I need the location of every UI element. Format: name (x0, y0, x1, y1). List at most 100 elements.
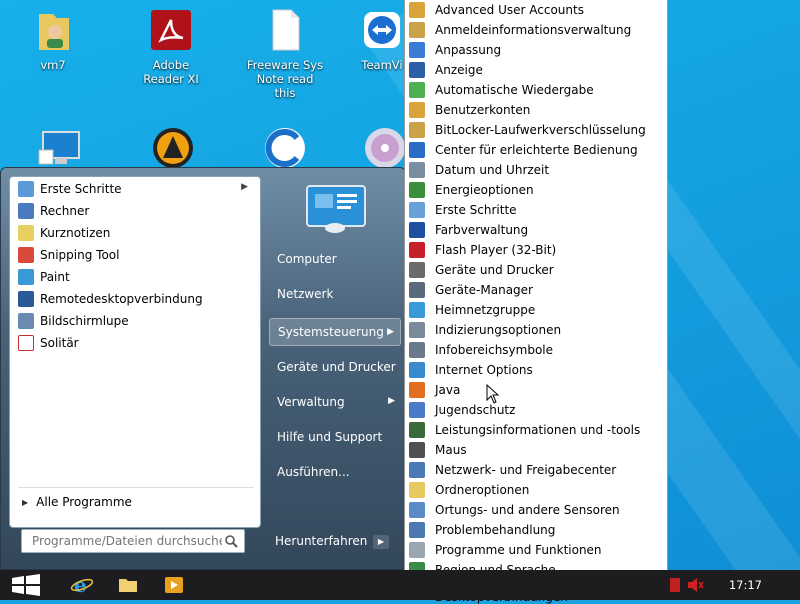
desktop-icon-label: Adobe Reader XI (143, 58, 199, 86)
control-panel-item[interactable]: Ortungs- und andere Sensoren (405, 500, 667, 520)
desktop-icon-label: vm7 (40, 58, 66, 72)
control-panel-item-label: Leistungsinformationen und -tools (435, 423, 641, 437)
all-programs-button[interactable]: ▶ Alle Programme (14, 491, 254, 513)
program-item-solitaer[interactable]: Solitär (14, 332, 254, 353)
program-item-snipping-tool[interactable]: Snipping Tool (14, 244, 254, 265)
control-panel-item-label: Automatische Wiedergabe (435, 83, 594, 97)
start-item-netzwerk[interactable]: Netzwerk (269, 280, 401, 308)
control-panel-item[interactable]: Automatische Wiedergabe (405, 80, 667, 100)
internet-explorer-icon[interactable]: e (66, 573, 98, 597)
control-panel-item[interactable]: Geräte und Drucker (405, 260, 667, 280)
control-panel-item[interactable]: Advanced User Accounts (405, 0, 667, 20)
control-panel-item[interactable]: BitLocker-Laufwerkverschlüsselung (405, 120, 667, 140)
desktop-icon-adobe-reader[interactable]: Adobe Reader XI (132, 0, 210, 86)
folder-options-icon (409, 482, 425, 498)
start-item-systemsteuerung[interactable]: Systemsteuerung ▶ (269, 318, 401, 346)
indexing-icon (409, 322, 425, 338)
control-panel-item-label: Energieoptionen (435, 183, 534, 197)
control-panel-item[interactable]: Benutzerkonten (405, 100, 667, 120)
search-icon[interactable] (224, 534, 238, 548)
control-panel-item[interactable]: Anpassung (405, 40, 667, 60)
programs-features-icon (409, 542, 425, 558)
control-panel-item-label: Ortungs- und andere Sensoren (435, 503, 620, 517)
user-accounts-icon (409, 102, 425, 118)
control-panel-item[interactable]: Jugendschutz (405, 400, 667, 420)
solitaire-icon (18, 334, 34, 351)
control-panel-item[interactable]: Anmeldeinformationsverwaltung (405, 20, 667, 40)
speaker-muted-icon[interactable] (686, 577, 704, 596)
control-panel-item[interactable]: Energieoptionen (405, 180, 667, 200)
control-panel-item[interactable]: Anzeige (405, 60, 667, 80)
start-item-label: Geräte und Drucker (277, 360, 396, 374)
user-picture[interactable] (305, 182, 367, 234)
control-panel-item-label: Benutzerkonten (435, 103, 531, 117)
teamviewer-icon (358, 6, 406, 54)
shutdown-button[interactable]: Herunterfahren ▶ (269, 530, 389, 552)
control-panel-item-label: Flash Player (32-Bit) (435, 243, 557, 257)
program-item-remotedesktop[interactable]: Remotedesktopverbindung (14, 288, 254, 309)
mouse-icon (409, 442, 425, 458)
control-panel-item[interactable]: Netzwerk- und Freigabecenter (405, 460, 667, 480)
desktop-icon-vm7[interactable]: vm7 (14, 0, 92, 72)
media-player-icon[interactable] (158, 573, 190, 597)
control-panel-item[interactable]: Java (405, 380, 667, 400)
control-panel-item-label: Geräte und Drucker (435, 263, 554, 277)
control-panel-item-label: Infobereichsymbole (435, 343, 554, 357)
desktop-icon-freeware-note[interactable]: Freeware Sys Note read this (246, 0, 324, 100)
desktop-icon-teamviewer[interactable]: TeamVi (352, 0, 412, 72)
program-item-paint[interactable]: Paint (14, 266, 254, 287)
dvd-icon (361, 124, 409, 172)
shutdown-options-icon[interactable]: ▶ (373, 535, 389, 549)
control-panel-item[interactable]: Datum und Uhrzeit (405, 160, 667, 180)
clock[interactable]: 17:17 (729, 578, 762, 592)
control-panel-item[interactable]: Ordneroptionen (405, 480, 667, 500)
control-panel-item[interactable]: Center für erleichterte Bedienung (405, 140, 667, 160)
internet-options-icon (409, 362, 425, 378)
control-panel-item-label: Java (435, 383, 461, 397)
start-item-hilfe[interactable]: Hilfe und Support (269, 423, 401, 451)
snipping-tool-icon (18, 246, 34, 263)
start-item-verwaltung[interactable]: Verwaltung ▶ (269, 388, 401, 416)
control-panel-item[interactable]: Heimnetzgruppe (405, 300, 667, 320)
control-panel-item[interactable]: Geräte-Manager (405, 280, 667, 300)
control-panel-item[interactable]: Internet Options (405, 360, 667, 380)
control-panel-item-label: Advanced User Accounts (435, 3, 584, 17)
control-panel-item[interactable]: Flash Player (32-Bit) (405, 240, 667, 260)
control-panel-item-label: Ordneroptionen (435, 483, 530, 497)
start-menu: Erste Schritte ▶ Rechner Kurznotizen Sni… (0, 167, 406, 570)
file-explorer-icon[interactable] (112, 573, 144, 597)
control-panel-item[interactable]: Infobereichsymbole (405, 340, 667, 360)
search-input[interactable] (30, 533, 224, 549)
control-panel-item-label: Heimnetzgruppe (435, 303, 536, 317)
getting-started-icon (18, 180, 34, 197)
taskbar: e 17:17 (0, 570, 800, 600)
control-panel-item-label: Jugendschutz (435, 403, 516, 417)
control-panel-item-label: BitLocker-Laufwerkverschlüsselung (435, 123, 646, 137)
control-panel-item[interactable]: Farbverwaltung (405, 220, 667, 240)
parental-controls-icon (409, 402, 425, 418)
program-item-bildschirmlupe[interactable]: Bildschirmlupe (14, 310, 254, 331)
program-label: Rechner (40, 203, 90, 218)
control-panel-item[interactable]: Problembehandlung (405, 520, 667, 540)
control-panel-item[interactable]: Maus (405, 440, 667, 460)
user-folder-icon (29, 6, 77, 54)
start-item-label: Computer (277, 252, 337, 266)
search-box[interactable] (21, 529, 245, 553)
control-panel-item[interactable]: Leistungsinformationen und -tools (405, 420, 667, 440)
program-item-kurznotizen[interactable]: Kurznotizen (14, 222, 254, 243)
notification-area-icon (409, 342, 425, 358)
start-item-geraete-drucker[interactable]: Geräte und Drucker (269, 353, 401, 381)
windows-start-icon[interactable] (8, 573, 42, 597)
tray-app-icon[interactable] (670, 578, 680, 592)
start-item-ausfuehren[interactable]: Ausführen... (269, 458, 401, 486)
personalization-icon (409, 42, 425, 58)
program-item-erste-schritte[interactable]: Erste Schritte ▶ (14, 178, 254, 199)
control-panel-item[interactable]: Indizierungsoptionen (405, 320, 667, 340)
control-panel-item[interactable]: Programme und Funktionen (405, 540, 667, 560)
program-item-rechner[interactable]: Rechner (14, 200, 254, 221)
program-label: Solitär (40, 335, 79, 350)
control-panel-item[interactable]: Erste Schritte (405, 200, 667, 220)
start-item-computer[interactable]: Computer (269, 245, 401, 273)
power-options-icon (409, 182, 425, 198)
printer-icon (409, 262, 425, 278)
